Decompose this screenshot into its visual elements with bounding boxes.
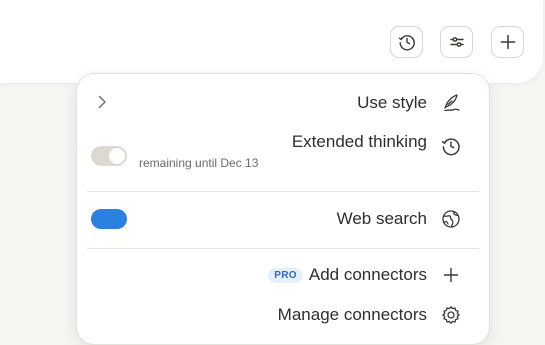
use-style-label: Use style xyxy=(357,93,427,112)
feather-pen-icon xyxy=(441,92,461,117)
gear-icon xyxy=(441,305,461,330)
add-connectors-row[interactable]: PRO Add connectors xyxy=(77,260,489,290)
tools-menu: Use style Extended thinking remaining un… xyxy=(76,73,490,345)
history-button[interactable] xyxy=(390,26,423,58)
extended-thinking-sublabel: remaining until Dec 13 xyxy=(139,156,259,170)
toggle-knob xyxy=(109,148,125,164)
plus-icon xyxy=(442,266,460,289)
extended-thinking-toggle[interactable] xyxy=(91,146,127,166)
manage-connectors-label: Manage connectors xyxy=(277,305,427,324)
divider xyxy=(87,248,479,249)
globe-icon xyxy=(441,209,461,234)
add-button[interactable] xyxy=(491,26,524,58)
chevron-right-icon xyxy=(97,94,107,115)
web-search-row: Web search xyxy=(77,204,489,234)
clock-icon xyxy=(441,136,461,161)
extended-thinking-label: Extended thinking xyxy=(291,132,427,151)
clock-icon xyxy=(398,33,416,51)
manage-connectors-row[interactable]: Manage connectors xyxy=(77,300,489,330)
use-style-row[interactable]: Use style xyxy=(77,88,489,118)
settings-button[interactable] xyxy=(440,26,473,58)
top-bar xyxy=(0,0,543,83)
add-connectors-group: PRO Add connectors xyxy=(268,265,427,285)
web-search-label: Web search xyxy=(336,209,427,228)
sliders-icon xyxy=(448,33,466,51)
add-connectors-label: Add connectors xyxy=(308,265,427,284)
web-search-toggle[interactable] xyxy=(91,209,127,229)
toggle-knob xyxy=(109,211,125,227)
pro-badge: PRO xyxy=(268,267,303,283)
divider xyxy=(87,191,479,192)
extended-thinking-row: Extended thinking remaining until Dec 13 xyxy=(77,129,489,177)
plus-icon xyxy=(499,33,517,51)
